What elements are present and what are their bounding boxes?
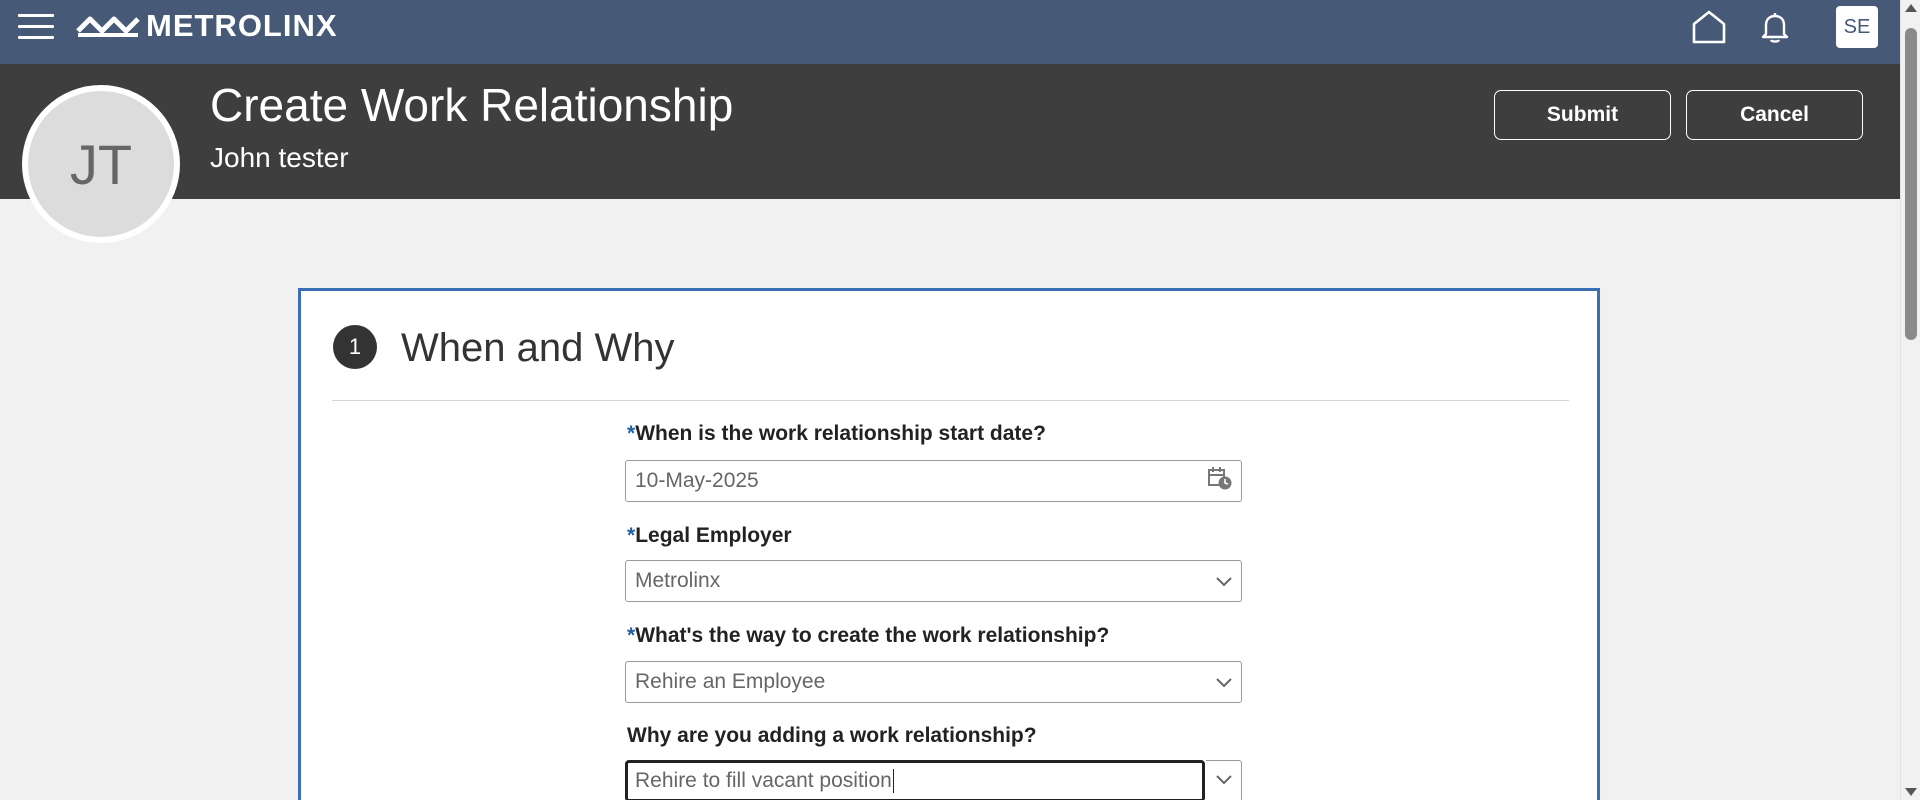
legal-employer-label: *Legal Employer [627, 524, 792, 547]
required-marker: * [627, 624, 636, 647]
page-scrollbar[interactable] [1900, 0, 1920, 800]
step-number-badge: 1 [333, 325, 377, 369]
cancel-button[interactable]: Cancel [1686, 90, 1863, 140]
submit-button-label: Submit [1546, 103, 1619, 126]
scroll-up-arrow-icon[interactable] [1905, 4, 1917, 12]
logo-text: METROLINX [146, 8, 338, 43]
menu-icon[interactable] [18, 14, 54, 42]
notifications-bell-icon[interactable] [1758, 10, 1792, 49]
chevron-down-icon [1215, 772, 1233, 790]
page-title: Create Work Relationship [210, 79, 734, 131]
creation-way-value: Rehire an Employee [635, 670, 826, 693]
reason-value: Rehire to fill vacant position [635, 769, 892, 792]
text-caret [892, 769, 894, 793]
required-marker: * [627, 422, 636, 445]
section-title: When and Why [401, 326, 675, 370]
cancel-button-label: Cancel [1740, 103, 1809, 126]
legal-employer-select[interactable]: Metrolinx [625, 560, 1242, 602]
person-avatar: JT [22, 85, 180, 243]
person-name: John tester [210, 142, 349, 173]
chevron-down-icon[interactable] [1215, 670, 1233, 694]
top-nav-bar: METROLINX SE [0, 0, 1900, 64]
legal-employer-value: Metrolinx [635, 569, 721, 592]
reason-combobox-input[interactable]: Rehire to fill vacant position [625, 760, 1205, 800]
home-icon[interactable] [1690, 8, 1728, 51]
chevron-down-icon[interactable] [1215, 569, 1233, 593]
scroll-down-arrow-icon[interactable] [1905, 788, 1917, 796]
creation-way-select[interactable]: Rehire an Employee [625, 661, 1242, 703]
start-date-value: 10-May-2025 [635, 469, 759, 492]
submit-button[interactable]: Submit [1494, 90, 1671, 140]
start-date-input[interactable]: 10-May-2025 [625, 460, 1242, 502]
calendar-icon[interactable] [1207, 465, 1233, 497]
start-date-label: *When is the work relationship start dat… [627, 422, 1046, 445]
reason-dropdown-button[interactable] [1206, 760, 1242, 800]
metrolinx-logo-mark-icon [76, 16, 140, 37]
reason-label: Why are you adding a work relationship? [627, 724, 1037, 747]
when-and-why-section: 1 When and Why *When is the work relatio… [298, 288, 1600, 800]
section-divider [332, 400, 1569, 401]
metrolinx-logo[interactable]: METROLINX [76, 6, 338, 46]
user-menu-badge[interactable]: SE [1836, 6, 1878, 48]
creation-way-label: *What's the way to create the work relat… [627, 624, 1110, 647]
required-marker: * [627, 524, 636, 547]
scroll-thumb[interactable] [1905, 28, 1917, 340]
